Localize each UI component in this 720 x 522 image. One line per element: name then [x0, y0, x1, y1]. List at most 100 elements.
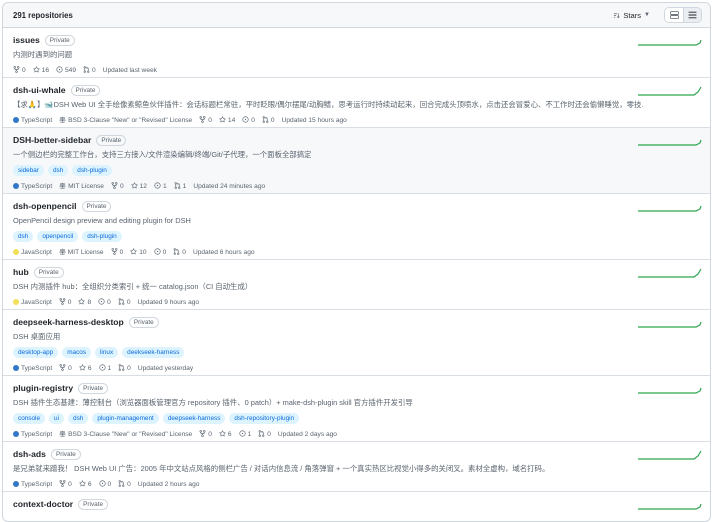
repo-name-link[interactable]: deepseek-harness-desktop [13, 317, 124, 327]
topic-tag[interactable]: dsh [68, 413, 89, 424]
topic-tag[interactable]: deekseek-harness [122, 347, 185, 358]
topic-tag[interactable]: deepseek-harness [162, 413, 226, 424]
pr-icon [118, 363, 125, 373]
star-count[interactable]: 12 [130, 181, 147, 191]
pr-count[interactable]: 0 [173, 247, 186, 257]
repo-name-link[interactable]: issues [13, 35, 40, 45]
topic-tag[interactable]: sidebar [13, 165, 44, 176]
pr-count[interactable]: 0 [118, 297, 130, 307]
issue-count[interactable]: 1 [98, 363, 112, 373]
topic-tag[interactable]: macos [62, 347, 92, 358]
repo-name-line: plugin-registry Private [13, 382, 700, 394]
star-count[interactable]: 8 [78, 297, 91, 307]
fork-count[interactable]: 0 [59, 479, 72, 489]
repo-meta: JavaScript MIT License 0 10 0 0 Updated 6 hour… [13, 247, 700, 257]
pr-count-value: 0 [127, 480, 131, 488]
license[interactable]: BSD 3-Clause "New" or "Revised" License [59, 430, 192, 439]
fork-count[interactable]: 0 [111, 247, 123, 257]
repository-rows: issues Private 内测时遇到的问题 0 16 549 0 Updated last… [3, 28, 710, 521]
visibility-badge: Private [81, 200, 112, 212]
language-color-dot [13, 183, 19, 189]
topic-list: dsh openpencil dsh-plugin [13, 231, 700, 242]
pr-count[interactable]: 0 [262, 115, 275, 125]
activity-sparkline [638, 503, 702, 510]
fork-count[interactable]: 0 [199, 429, 212, 439]
issue-icon [238, 429, 246, 439]
fork-count[interactable]: 0 [59, 297, 71, 307]
repo-name-line: context-doctor Private [13, 498, 700, 510]
updated-time: Updated 15 hours ago [281, 116, 347, 124]
topic-tag[interactable]: dsh [47, 165, 69, 176]
repo-name-link[interactable]: context-doctor [13, 499, 73, 509]
topic-tag[interactable]: dsh-repository-plugin [229, 413, 300, 424]
fork-count[interactable]: 0 [13, 65, 26, 75]
fork-count[interactable]: 0 [59, 363, 72, 373]
star-count[interactable]: 6 [219, 429, 232, 439]
issue-count[interactable]: 0 [98, 479, 112, 489]
topic-tag[interactable]: openpencil [37, 231, 79, 242]
activity-sparkline [638, 450, 702, 460]
star-count[interactable]: 16 [33, 65, 49, 75]
repo-name-link[interactable]: plugin-registry [13, 383, 73, 393]
star-count[interactable]: 14 [219, 115, 235, 125]
issue-icon [154, 181, 161, 191]
star-icon [219, 429, 226, 439]
sort-icon [614, 12, 620, 18]
pr-count[interactable]: 1 [174, 181, 186, 191]
star-count[interactable]: 10 [130, 247, 147, 257]
issue-count-value: 0 [107, 480, 112, 488]
repo-name-link[interactable]: hub [13, 267, 29, 277]
list-view-button[interactable] [683, 8, 701, 22]
view-toggle [664, 7, 702, 23]
repo-name-link[interactable]: DSH-better-sidebar [13, 135, 91, 145]
star-icon [130, 247, 137, 257]
issue-icon [154, 247, 161, 257]
license[interactable]: MIT License [59, 248, 104, 257]
repo-row: issues Private 内测时遇到的问题 0 16 549 0 Updated last… [3, 28, 710, 78]
topic-tag[interactable]: ui [49, 413, 65, 424]
visibility-badge: Private [70, 84, 101, 96]
license-name: BSD 3-Clause "New" or "Revised" License [68, 116, 193, 124]
repo-name-link[interactable]: dsh-ui-whale [13, 85, 66, 95]
star-count-value: 6 [87, 364, 92, 372]
topic-tag[interactable]: console [13, 413, 46, 424]
topic-tag[interactable]: linux [95, 347, 119, 358]
law-icon [59, 430, 66, 439]
issue-count[interactable]: 1 [154, 181, 167, 191]
topic-tag[interactable]: dsh-plugin [72, 165, 112, 176]
topic-tag[interactable]: plugin-management [92, 413, 159, 424]
card-view-button[interactable] [665, 8, 683, 22]
issue-count[interactable]: 0 [154, 247, 166, 257]
pr-count[interactable]: 0 [83, 65, 96, 75]
issue-count[interactable]: 1 [238, 429, 251, 439]
license[interactable]: BSD 3-Clause "New" or "Revised" License [59, 116, 192, 125]
language-name: JavaScript [21, 298, 52, 306]
fork-count[interactable]: 0 [111, 181, 124, 191]
license-name: MIT License [67, 248, 104, 256]
repo-meta: TypeScript BSD 3-Clause "New" or "Revised… [13, 429, 700, 439]
law-icon [59, 248, 66, 257]
pr-count[interactable]: 0 [258, 429, 271, 439]
repo-name-link[interactable]: dsh-ads [13, 449, 46, 459]
sort-dropdown[interactable]: Stars ▼ [613, 11, 650, 20]
pr-count[interactable]: 0 [118, 363, 131, 373]
fork-count[interactable]: 0 [199, 115, 212, 125]
repo-row: hub Private DSH 内测插件 hub：全组织分类索引 + 统一 cata… [3, 260, 710, 310]
fork-icon [59, 479, 66, 489]
star-count[interactable]: 6 [79, 479, 92, 489]
license[interactable]: MIT License [59, 182, 104, 191]
issue-count-value: 1 [107, 364, 112, 372]
issue-count[interactable]: 0 [98, 297, 111, 307]
repo-name-link[interactable]: dsh-openpencil [13, 201, 77, 211]
topic-tag[interactable]: desktop-app [13, 347, 59, 358]
issue-count[interactable]: 549 [56, 65, 76, 75]
repo-row: dsh-ui-whale Private 【求🙏】🐋DSH Web UI 全手绘像素… [3, 78, 710, 128]
activity-sparkline [638, 86, 702, 96]
topic-tag[interactable]: dsh-plugin [82, 231, 122, 242]
pr-icon [258, 429, 265, 439]
star-count[interactable]: 6 [79, 363, 92, 373]
topic-tag[interactable]: dsh [13, 231, 34, 242]
issue-count[interactable]: 0 [242, 115, 255, 125]
language: TypeScript [13, 365, 52, 372]
pr-count[interactable]: 0 [118, 479, 131, 489]
